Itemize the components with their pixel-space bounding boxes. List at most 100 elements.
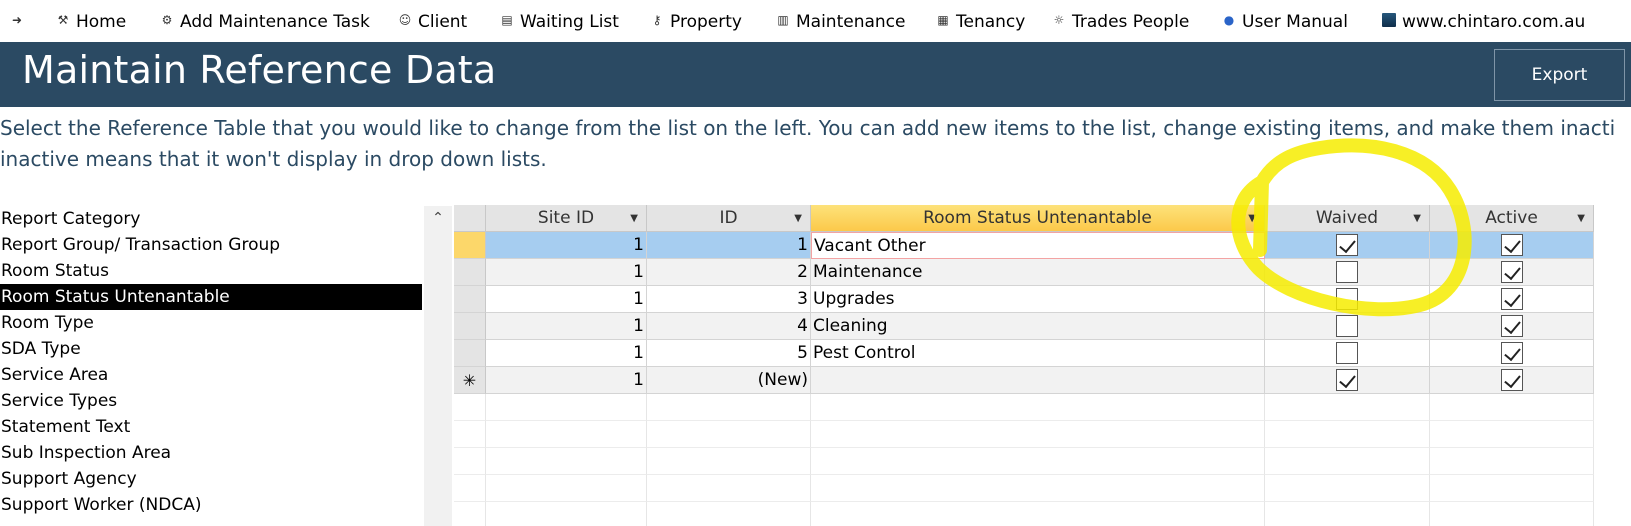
empty-grid-row	[454, 448, 1594, 475]
nav-website[interactable]: www.chintaro.com.au	[1382, 8, 1585, 36]
active-cell	[1430, 232, 1594, 259]
new-record-row[interactable]: ✳ 1 (New)	[454, 367, 1594, 394]
nav-client[interactable]: ☺ Client	[398, 8, 467, 36]
active-checkbox[interactable]	[1500, 261, 1523, 283]
ref-item-service-area[interactable]: Service Area	[0, 362, 422, 388]
id-cell[interactable]: 5	[647, 340, 811, 367]
id-cell[interactable]: 1	[647, 232, 811, 259]
table-row[interactable]: 1 5 Pest Control	[454, 340, 1594, 367]
site-id-cell[interactable]: 1	[486, 259, 647, 286]
dropdown-arrow-icon[interactable]: ▼	[630, 213, 638, 224]
nav-user-manual[interactable]: ● User Manual	[1222, 8, 1348, 36]
col-header-waived[interactable]: Waived ▼	[1265, 205, 1430, 232]
active-cell	[1430, 313, 1594, 340]
exit-icon: ➜	[11, 13, 23, 27]
nav-tenancy[interactable]: ▦ Tenancy	[936, 8, 1025, 36]
nav-maintenance-label: Maintenance	[796, 12, 906, 32]
site-id-cell[interactable]: 1	[486, 340, 647, 367]
waived-checkbox[interactable]	[1336, 261, 1358, 283]
exit-button[interactable]: ➜	[10, 8, 30, 36]
ref-item-support-worker[interactable]: Support Worker (NDCA)	[0, 492, 422, 518]
nav-waiting-list[interactable]: ▤ Waiting List	[500, 8, 619, 36]
col-header-site-id[interactable]: Site ID ▼	[486, 205, 647, 232]
active-checkbox[interactable]	[1500, 369, 1523, 391]
instructions-text: Select the Reference Table that you woul…	[0, 113, 1631, 175]
nav-waiting-list-label: Waiting List	[520, 12, 619, 32]
active-checkbox[interactable]	[1500, 315, 1523, 337]
room-status-cell[interactable]: Maintenance	[811, 259, 1265, 286]
waived-cell	[1265, 313, 1430, 340]
active-checkbox[interactable]	[1500, 288, 1523, 310]
room-status-cell[interactable]: Upgrades	[811, 286, 1265, 313]
room-status-cell[interactable]	[811, 367, 1265, 394]
room-status-cell[interactable]: Vacant Other	[811, 232, 1265, 259]
id-cell[interactable]: 4	[647, 313, 811, 340]
ref-item-sub-inspection-area[interactable]: Sub Inspection Area	[0, 440, 422, 466]
scroll-up-chevron-icon[interactable]: ⌃	[424, 210, 452, 228]
ref-item-room-status[interactable]: Room Status	[0, 258, 422, 284]
active-checkbox[interactable]	[1500, 342, 1523, 364]
reference-table-list: Report Category Report Group/ Transactio…	[0, 206, 422, 518]
logo-icon	[1382, 13, 1396, 27]
ref-item-room-status-untenantable[interactable]: Room Status Untenantable	[0, 284, 422, 310]
ref-item-room-type[interactable]: Room Type	[0, 310, 422, 336]
list-scrollbar[interactable]: ⌃	[424, 206, 452, 526]
dropdown-arrow-icon[interactable]: ▼	[1577, 213, 1585, 224]
nav-trades-people[interactable]: ☼ Trades People	[1052, 8, 1190, 36]
new-record-icon[interactable]: ✳	[454, 367, 486, 394]
row-selector[interactable]	[454, 340, 486, 367]
col-header-id[interactable]: ID ▼	[647, 205, 811, 232]
waived-cell	[1265, 367, 1430, 394]
ref-item-service-types[interactable]: Service Types	[0, 388, 422, 414]
id-cell[interactable]: (New)	[647, 367, 811, 394]
nav-maintenance[interactable]: ▥ Maintenance	[776, 8, 905, 36]
active-cell	[1430, 340, 1594, 367]
ref-item-statement-text[interactable]: Statement Text	[0, 414, 422, 440]
task-icon: ⚙	[161, 13, 173, 27]
site-id-cell[interactable]: 1	[486, 313, 647, 340]
id-cell[interactable]: 3	[647, 286, 811, 313]
export-button[interactable]: Export	[1494, 49, 1625, 101]
row-selector[interactable]	[454, 232, 486, 259]
waived-cell	[1265, 286, 1430, 313]
nav-property[interactable]: ⚷ Property	[650, 8, 742, 36]
table-row[interactable]: 1 2 Maintenance	[454, 259, 1594, 286]
instructions-line-2: inactive means that it won't display in …	[0, 147, 547, 171]
ref-item-report-category[interactable]: Report Category	[0, 206, 422, 232]
table-row[interactable]: 1 3 Upgrades	[454, 286, 1594, 313]
col-header-active[interactable]: Active ▼	[1430, 205, 1594, 232]
nav-add-maintenance-task[interactable]: ⚙ Add Maintenance Task	[160, 8, 370, 36]
ref-item-support-agency[interactable]: Support Agency	[0, 466, 422, 492]
row-selector[interactable]	[454, 259, 486, 286]
dropdown-arrow-icon[interactable]: ▼	[1413, 213, 1421, 224]
help-icon: ●	[1223, 13, 1235, 27]
waived-checkbox[interactable]	[1336, 369, 1358, 391]
table-row[interactable]: 1 4 Cleaning	[454, 313, 1594, 340]
nav-home[interactable]: ⚒ Home	[56, 8, 127, 36]
dropdown-arrow-icon[interactable]: ▼	[1248, 213, 1256, 224]
key-icon: ⚷	[652, 13, 662, 27]
active-checkbox[interactable]	[1500, 234, 1523, 256]
waived-checkbox[interactable]	[1336, 315, 1358, 337]
row-selector[interactable]	[454, 313, 486, 340]
trash-icon: ▥	[777, 13, 789, 27]
room-status-cell[interactable]: Pest Control	[811, 340, 1265, 367]
room-status-cell[interactable]: Cleaning	[811, 313, 1265, 340]
ref-item-sda-type[interactable]: SDA Type	[0, 336, 422, 362]
ref-item-report-group[interactable]: Report Group/ Transaction Group	[0, 232, 422, 258]
row-selector[interactable]	[454, 286, 486, 313]
id-cell[interactable]: 2	[647, 259, 811, 286]
site-id-cell[interactable]: 1	[486, 367, 647, 394]
waived-checkbox[interactable]	[1336, 234, 1358, 256]
building-icon: ▦	[937, 13, 949, 27]
dropdown-arrow-icon[interactable]: ▼	[794, 213, 802, 224]
waived-checkbox[interactable]	[1336, 342, 1358, 364]
top-navigation: ➜ ⚒ Home ⚙ Add Maintenance Task ☺ Client…	[0, 0, 1631, 42]
site-id-cell[interactable]: 1	[486, 286, 647, 313]
select-all-corner[interactable]	[454, 205, 486, 232]
col-header-room-status-untenantable[interactable]: Room Status Untenantable ▼	[811, 205, 1265, 232]
empty-grid-row	[454, 475, 1594, 502]
table-row[interactable]: 1 1 Vacant Other	[454, 232, 1594, 259]
waived-checkbox[interactable]	[1336, 288, 1358, 310]
site-id-cell[interactable]: 1	[486, 232, 647, 259]
